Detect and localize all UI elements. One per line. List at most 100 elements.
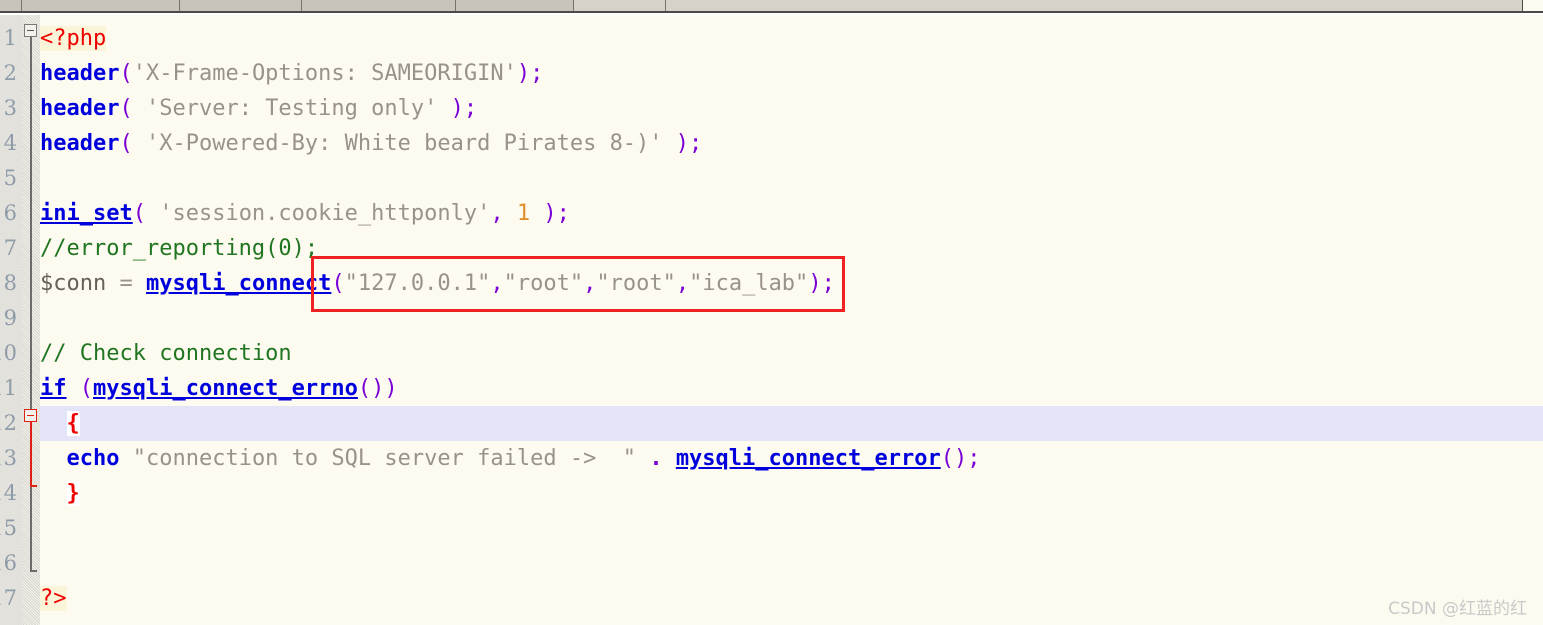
code-line[interactable]: <?php <box>40 21 1543 56</box>
line-number: 3 <box>3 96 17 120</box>
code-token-punc: ) <box>675 131 690 156</box>
code-line[interactable]: $conn = mysqli_connect("127.0.0.1","root… <box>40 266 1543 301</box>
code-token-brace: { <box>66 411 80 436</box>
fold-line-if-block-foot <box>30 485 37 487</box>
code-token-kw: echo <box>66 446 120 471</box>
code-token-fn: if <box>40 376 67 401</box>
code-token-punc: ) <box>384 376 398 401</box>
line-number: 14 <box>0 481 17 505</box>
line-number: 1 <box>3 26 17 50</box>
code-token-punc: ( <box>119 61 133 86</box>
fold-line-if-block <box>30 413 32 486</box>
code-token-str: "root" <box>596 271 676 296</box>
code-folding-margin[interactable] <box>22 15 40 625</box>
code-token-op <box>119 446 132 471</box>
code-token-cmt: // Check connection <box>40 341 292 366</box>
code-token-op <box>40 411 67 436</box>
line-number: 4 <box>3 131 17 155</box>
code-editor[interactable]: 1234567891011121314151617 <?phpheader('X… <box>0 15 1543 625</box>
editor-tab-bar[interactable] <box>0 0 1543 11</box>
code-token-punc: ; <box>530 61 544 86</box>
line-number: 17 <box>0 586 17 610</box>
code-token-str: 'X-Frame-Options: SAMEORIGIN' <box>132 61 517 86</box>
line-number: 5 <box>3 166 17 190</box>
code-line[interactable]: echo "connection to SQL server failed ->… <box>40 441 1543 476</box>
code-token-punc: , <box>675 271 690 296</box>
line-number: 10 <box>0 341 17 365</box>
code-token-str: "connection to SQL server failed -> " <box>132 446 637 471</box>
tab-bar-filler <box>666 0 1543 11</box>
code-line[interactable]: // Check connection <box>40 336 1543 371</box>
code-token-punc: ; <box>463 96 478 121</box>
tab-item-2[interactable] <box>22 0 180 11</box>
code-token-punc: ( <box>119 96 133 121</box>
tab-item-5[interactable] <box>456 0 574 11</box>
code-token-str: 'session.cookie_httponly' <box>159 201 491 226</box>
fold-toggle-line-1[interactable] <box>24 24 37 37</box>
code-token-punc: ) <box>516 61 531 86</box>
fold-line-php-block <box>30 37 32 570</box>
code-token-kw: header <box>40 61 120 86</box>
code-token-punc: ) <box>371 376 385 401</box>
code-token-op <box>663 446 676 471</box>
line-number: 2 <box>3 61 17 85</box>
code-token-cmt: //error_reporting(0); <box>40 236 319 261</box>
code-line[interactable]: //error_reporting(0); <box>40 231 1543 266</box>
code-token-punc: ; <box>689 131 703 156</box>
line-number: 6 <box>3 201 17 225</box>
code-token-fn: mysqli_connect_error <box>675 446 941 471</box>
code-token-dot: . <box>649 446 663 471</box>
code-line[interactable]: if (mysqli_connect_errno()) <box>40 371 1543 406</box>
code-token-brace: } <box>66 481 80 506</box>
code-line[interactable] <box>40 546 1543 581</box>
code-token-punc: ( <box>357 376 372 401</box>
code-token-op <box>146 201 159 226</box>
code-token-op <box>133 131 146 156</box>
code-line[interactable]: header( 'X-Powered-By: White beard Pirat… <box>40 126 1543 161</box>
line-number: 13 <box>0 446 17 470</box>
code-token-punc: ; <box>821 271 835 296</box>
code-token-str: 'Server: Testing only' <box>145 96 438 121</box>
code-token-kw: header <box>40 96 120 121</box>
line-number: 12 <box>0 411 17 435</box>
fold-toggle-line-12[interactable] <box>24 409 37 422</box>
code-token-op <box>504 201 517 226</box>
code-token-num: 1 <box>516 201 531 226</box>
code-token-punc: ) <box>953 446 968 471</box>
code-token-op <box>133 96 146 121</box>
fold-line-php-block-foot <box>30 570 37 572</box>
code-token-punc: , <box>490 201 504 226</box>
code-token-str: 'X-Powered-By: White beard Pirates 8-)' <box>145 131 663 156</box>
code-token-punc: ( <box>119 131 133 156</box>
code-line[interactable]: { <box>40 406 1543 441</box>
code-line[interactable] <box>40 301 1543 336</box>
code-token-op <box>663 131 676 156</box>
tab-item-3[interactable] <box>180 0 302 11</box>
code-token-punc: ( <box>132 201 146 226</box>
code-line[interactable]: header('X-Frame-Options: SAMEORIGIN'); <box>40 56 1543 91</box>
code-line[interactable]: ?> <box>40 581 1543 616</box>
code-token-punc: ; <box>556 201 570 226</box>
code-token-op <box>530 201 543 226</box>
code-line[interactable]: header( 'Server: Testing only' ); <box>40 91 1543 126</box>
code-line[interactable] <box>40 161 1543 196</box>
code-line[interactable] <box>40 511 1543 546</box>
watermark: CSDN @红蓝的红 <box>1388 599 1527 619</box>
code-token-fn: mysqli_connect_errno <box>93 376 358 401</box>
code-line[interactable]: ini_set( 'session.cookie_httponly', 1 ); <box>40 196 1543 231</box>
line-number: 15 <box>0 516 17 540</box>
code-token-op <box>40 481 67 506</box>
code-line[interactable]: } <box>40 476 1543 511</box>
code-token-punc: ( <box>79 376 93 401</box>
tab-item-6-active[interactable] <box>574 0 666 11</box>
code-token-kw: header <box>40 131 120 156</box>
tab-item-1[interactable] <box>0 0 22 11</box>
code-content[interactable]: <?php header('X-Frame-Options: SAMEORIGIN… <box>40 15 1543 625</box>
line-number: 9 <box>3 306 17 330</box>
line-number: 7 <box>3 236 17 260</box>
code-token-fn: ini_set <box>40 201 133 226</box>
code-token-punc: ) <box>808 271 822 296</box>
tab-item-4[interactable] <box>302 0 456 11</box>
code-token-fn: mysqli_connect <box>145 271 332 296</box>
code-token-var: $conn <box>40 271 107 296</box>
